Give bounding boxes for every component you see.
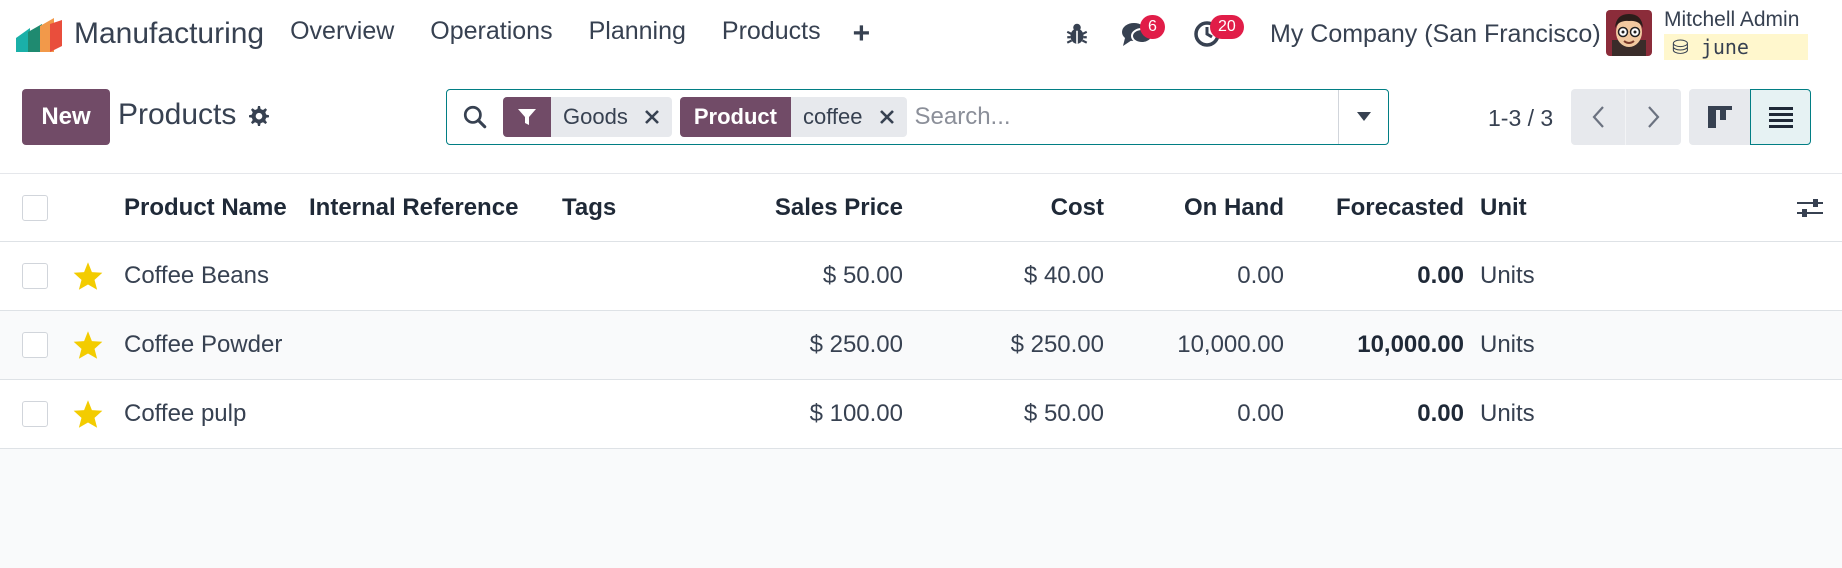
column-header-forecasted[interactable]: Forecasted <box>1288 174 1464 241</box>
database-name: june <box>1700 35 1749 59</box>
on-hand: 0.00 <box>1237 400 1284 427</box>
menu-products[interactable]: Products <box>704 17 839 51</box>
search-bar: Goods Product coffee <box>446 89 1389 145</box>
messages-button[interactable]: 6 <box>1114 11 1165 57</box>
star-icon[interactable] <box>72 311 104 379</box>
column-header-on-hand[interactable]: On Hand <box>1108 174 1284 241</box>
menu-operations[interactable]: Operations <box>412 17 570 51</box>
filter-facet: Goods <box>503 97 672 137</box>
close-icon[interactable] <box>640 97 672 137</box>
on-hand: 0.00 <box>1237 262 1284 289</box>
column-header-tags[interactable]: Tags <box>562 174 616 241</box>
app-name: Manufacturing <box>74 17 265 50</box>
product-name: Coffee pulp <box>124 400 247 427</box>
page-title[interactable]: Products <box>118 98 236 132</box>
pager-buttons <box>1571 89 1681 145</box>
top-navbar: Manufacturing Overview Operations Planni… <box>0 0 1842 68</box>
filter-icon <box>503 97 551 137</box>
menu-overview[interactable]: Overview <box>272 17 412 51</box>
filter-facet-value: Goods <box>563 104 628 129</box>
unit: Units <box>1480 331 1535 358</box>
star-icon[interactable] <box>72 380 104 448</box>
table-row[interactable]: Coffee Beans $ 50.00 $ 40.00 0.00 0.00 U… <box>0 242 1842 311</box>
cost: $ 50.00 <box>1023 400 1104 427</box>
view-switcher <box>1689 89 1811 145</box>
activities-badge: 20 <box>1210 15 1244 39</box>
add-menu-button[interactable]: + <box>839 17 885 51</box>
control-panel: New Products Goods Product coffee Search… <box>0 68 1842 174</box>
gear-icon[interactable] <box>246 104 270 133</box>
avatar <box>1606 10 1652 56</box>
forecasted: 0.00 <box>1417 262 1464 289</box>
caret-down-icon <box>1356 112 1371 121</box>
forecasted: 0.00 <box>1417 400 1464 427</box>
unit: Units <box>1480 400 1535 427</box>
manufacturing-app-icon <box>16 16 64 52</box>
row-checkbox[interactable] <box>22 263 48 289</box>
user-menu[interactable]: Mitchell Admin ⛁ june <box>1606 8 1808 60</box>
column-header-cost[interactable]: Cost <box>905 174 1104 241</box>
activities-button[interactable]: 20 <box>1184 11 1244 57</box>
menu-planning[interactable]: Planning <box>571 17 704 51</box>
new-button[interactable]: New <box>22 89 110 145</box>
sales-price: $ 50.00 <box>822 262 903 289</box>
cost: $ 250.00 <box>1010 331 1104 358</box>
products-list-table: Product Name Internal Reference Tags Sal… <box>0 174 1842 449</box>
column-header-product-name[interactable]: Product Name <box>124 174 287 241</box>
column-header-sales-price[interactable]: Sales Price <box>700 174 903 241</box>
search-options-toggle[interactable] <box>1338 90 1388 144</box>
product-facet-label: Product <box>679 97 791 137</box>
systray: 6 20 <box>1054 0 1244 68</box>
list-view-icon[interactable] <box>1750 89 1811 145</box>
select-all-checkbox[interactable] <box>22 194 48 221</box>
on-hand: 10,000.00 <box>1177 331 1284 358</box>
column-header-internal-reference[interactable]: Internal Reference <box>309 174 518 241</box>
messages-badge: 6 <box>1140 15 1165 39</box>
table-header-row: Product Name Internal Reference Tags Sal… <box>0 174 1842 242</box>
cost: $ 40.00 <box>1023 262 1104 289</box>
row-checkbox[interactable] <box>22 332 48 358</box>
pager-value[interactable]: 1-3 / 3 <box>1488 105 1553 132</box>
company-switcher[interactable]: My Company (San Francisco) <box>1270 20 1601 49</box>
product-name: Coffee Beans <box>124 262 269 289</box>
main-menu: Overview Operations Planning Products + <box>272 17 884 51</box>
product-facet-value: coffee <box>802 104 863 129</box>
search-icon[interactable] <box>447 104 503 130</box>
product-name: Coffee Powder <box>124 331 283 358</box>
database-icon: ⛁ <box>1672 35 1689 59</box>
optional-columns-icon[interactable] <box>1796 196 1824 225</box>
row-checkbox[interactable] <box>22 401 48 427</box>
table-row[interactable]: Coffee pulp $ 100.00 $ 50.00 0.00 0.00 U… <box>0 380 1842 449</box>
app-brand[interactable]: Manufacturing <box>16 16 264 52</box>
unit: Units <box>1480 262 1535 289</box>
product-facet: Product coffee <box>679 97 907 137</box>
sales-price: $ 100.00 <box>809 400 903 427</box>
forecasted: 10,000.00 <box>1357 331 1464 358</box>
table-row[interactable]: Coffee Powder $ 250.00 $ 250.00 10,000.0… <box>0 311 1842 380</box>
chevron-right-icon[interactable] <box>1626 89 1681 145</box>
star-icon[interactable] <box>72 242 104 310</box>
sales-price: $ 250.00 <box>809 331 903 358</box>
user-name: Mitchell Admin <box>1664 8 1800 31</box>
column-header-unit[interactable]: Unit <box>1480 174 1527 241</box>
close-icon[interactable] <box>875 97 907 137</box>
debug-bug-icon[interactable] <box>1054 11 1100 57</box>
chevron-left-icon[interactable] <box>1571 89 1626 145</box>
search-input[interactable] <box>914 90 1338 144</box>
kanban-view-icon[interactable] <box>1689 89 1750 145</box>
database-label: ⛁ june <box>1664 34 1808 60</box>
